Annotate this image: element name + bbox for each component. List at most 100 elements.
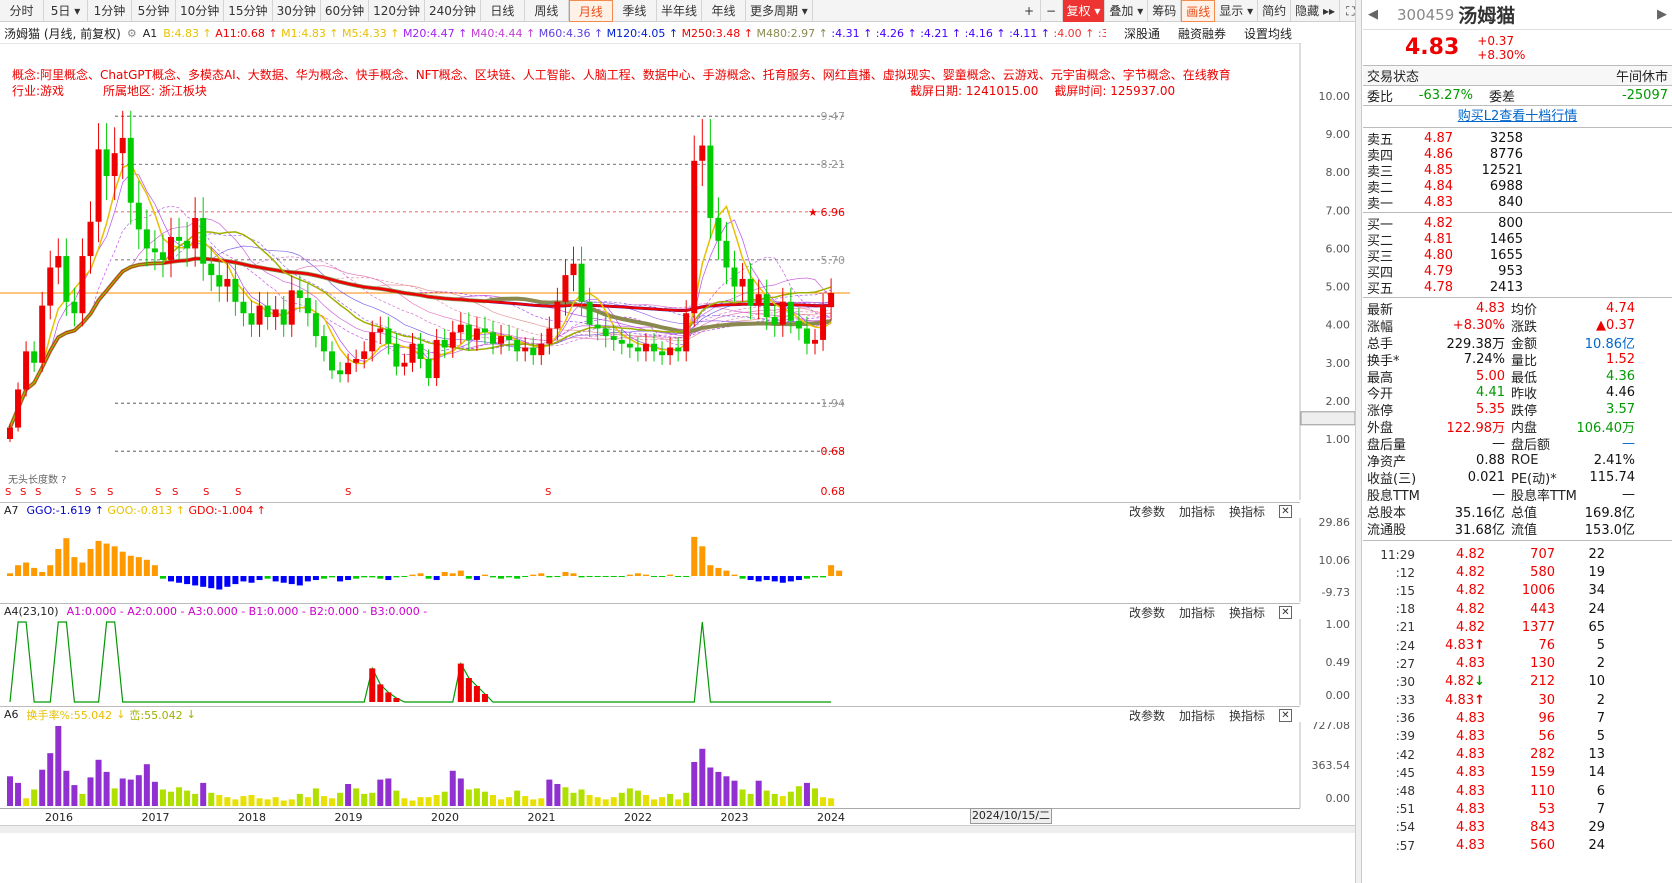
x-tick-label: 2023 [720,811,749,824]
period-16[interactable]: 更多周期 ▾ [746,0,813,22]
a7-bar [522,576,529,577]
ask-row[interactable]: 卖三 4.85 12521 [1363,162,1672,180]
a4-line-chart[interactable]: 1.00 0.49 0.00 [0,619,1362,705]
bid-row[interactable]: 买三 4.80 1655 [1363,247,1672,265]
bid-row[interactable]: 买五 4.78 2413 [1363,279,1672,297]
add-indicator-button[interactable]: 加指标 [1179,707,1215,724]
a7-bar [594,576,601,577]
period-2[interactable]: 1分钟 [88,0,132,22]
a7-bar [739,576,746,579]
ask-row[interactable]: 卖二 4.84 6988 [1363,178,1672,196]
quote-value: 4.83 [1476,300,1505,316]
a7-bar [699,546,706,576]
bid-row[interactable]: 买一 4.82 800 [1363,215,1672,233]
a7-bar [691,536,698,576]
candle-body [23,351,30,390]
chips-button[interactable]: 筹码 [1148,0,1182,22]
next-stock-icon[interactable]: ▶ [1652,7,1672,22]
tick-time: :48 [1395,784,1415,798]
prev-stock-icon[interactable]: ◀ [1363,7,1383,22]
candle-body [787,301,794,321]
period-11[interactable]: 周线 [525,0,569,22]
tick-price: 4.83↑ [1445,638,1485,653]
tick-row: :48 4.83 110 6 [1363,782,1672,800]
simple-mode-button[interactable]: 简约 [1258,0,1292,22]
close-icon[interactable]: ✕ [1279,504,1292,518]
quote-row: 收益(三) 0.021 PE(动)* 115.74 [1363,469,1672,487]
set-ma-dropdown[interactable]: 设置均线 [1244,25,1292,42]
period-12[interactable]: 月线 [568,0,613,22]
horizontal-scrollbar[interactable] [0,825,1362,833]
a7-bar [755,576,762,582]
change-params-button[interactable]: 改参数 [1129,503,1165,520]
period-13[interactable]: 季线 [613,0,657,22]
candle-body [465,324,472,340]
display-dropdown[interactable]: 显示 ▾ [1215,0,1259,22]
hide-button[interactable]: 隐藏 ▸▸ [1291,0,1340,22]
period-6[interactable]: 30分钟 [273,0,321,22]
a6-turnover-chart[interactable]: 727.08 363.54 0.00 [0,722,1362,808]
close-icon[interactable]: ✕ [1279,605,1292,619]
period-14[interactable]: 半年线 [657,0,702,22]
period-4[interactable]: 10分钟 [176,0,225,22]
period-9[interactable]: 240分钟 [425,0,481,22]
swap-indicator-button[interactable]: 换指标 [1229,707,1265,724]
ask-row[interactable]: 卖五 4.87 3258 [1363,130,1672,148]
candle-body [715,217,722,241]
candle-body [369,332,376,352]
candle-body [530,347,537,356]
signal-marker: S [90,487,96,498]
change-params-button[interactable]: 改参数 [1129,604,1165,621]
ma-value-1: A11:0.68 ↑ [215,26,282,40]
candle-body [240,301,247,314]
fuquan-dropdown[interactable]: 复权 ▾ [1062,0,1106,22]
quote-value: +8.30% [1452,317,1505,333]
period-3[interactable]: 5分钟 [132,0,176,22]
settings-gear-icon[interactable]: ⚙ [127,27,137,40]
book-volume: 12521 [1481,162,1523,178]
a7-bar [385,576,392,581]
a7-bar [369,576,376,578]
tick-time: :36 [1395,711,1415,726]
candle-body [449,332,456,348]
a6-bar [481,791,488,806]
margin-trading-link[interactable]: 融资融券 [1178,25,1226,42]
a7-bar-chart[interactable]: 29.86 10.06 -9.73 [0,518,1362,602]
close-icon[interactable]: ✕ [1279,708,1292,722]
y-tick-label: 5.00 [1326,281,1351,294]
bid-row[interactable]: 买二 4.81 1465 [1363,231,1672,249]
swap-indicator-button[interactable]: 换指标 [1229,604,1265,621]
candle-body [159,252,166,260]
tick-count: 34 [1588,583,1605,599]
period-15[interactable]: 年线 [702,0,746,22]
period-10[interactable]: 日线 [481,0,525,22]
candle-body [71,301,78,314]
zoom-in-button[interactable]: + [1019,0,1041,22]
a6-bar [361,793,368,806]
draw-line-button[interactable]: 画线 [1181,0,1216,22]
period-8[interactable]: 120分钟 [369,0,426,22]
candlestick-chart[interactable]: 10.009.008.007.006.005.004.003.002.001.5… [0,43,1362,500]
add-indicator-button[interactable]: 加指标 [1179,503,1215,520]
add-indicator-button[interactable]: 加指标 [1179,604,1215,621]
a6-bar [47,753,54,806]
bid-row[interactable]: 买四 4.79 953 [1363,263,1672,281]
splitter-handle[interactable] [1355,0,1362,883]
zoom-out-button[interactable]: − [1041,0,1063,22]
a7-bar [506,576,513,578]
y-tick-label: 1.00 [1326,433,1351,446]
swap-indicator-button[interactable]: 换指标 [1229,503,1265,520]
a6-bar [570,792,577,806]
overlay-dropdown[interactable]: 叠加 ▾ [1105,0,1149,22]
period-7[interactable]: 60分钟 [321,0,370,22]
change-params-button[interactable]: 改参数 [1129,707,1165,724]
shen-gu-tong-link[interactable]: 深股通 [1124,25,1160,42]
period-1[interactable]: 5日 ▾ [44,0,88,22]
ask-row[interactable]: 卖四 4.86 8776 [1363,146,1672,164]
buy-l2-link[interactable]: 购买L2查看十档行情 [1458,109,1578,124]
period-0[interactable]: 分时 [0,0,44,22]
ask-row[interactable]: 卖一 4.83 840 [1363,194,1672,212]
level-label: 1.94 [821,397,846,410]
period-5[interactable]: 15分钟 [224,0,273,22]
a7-bar [103,543,110,576]
